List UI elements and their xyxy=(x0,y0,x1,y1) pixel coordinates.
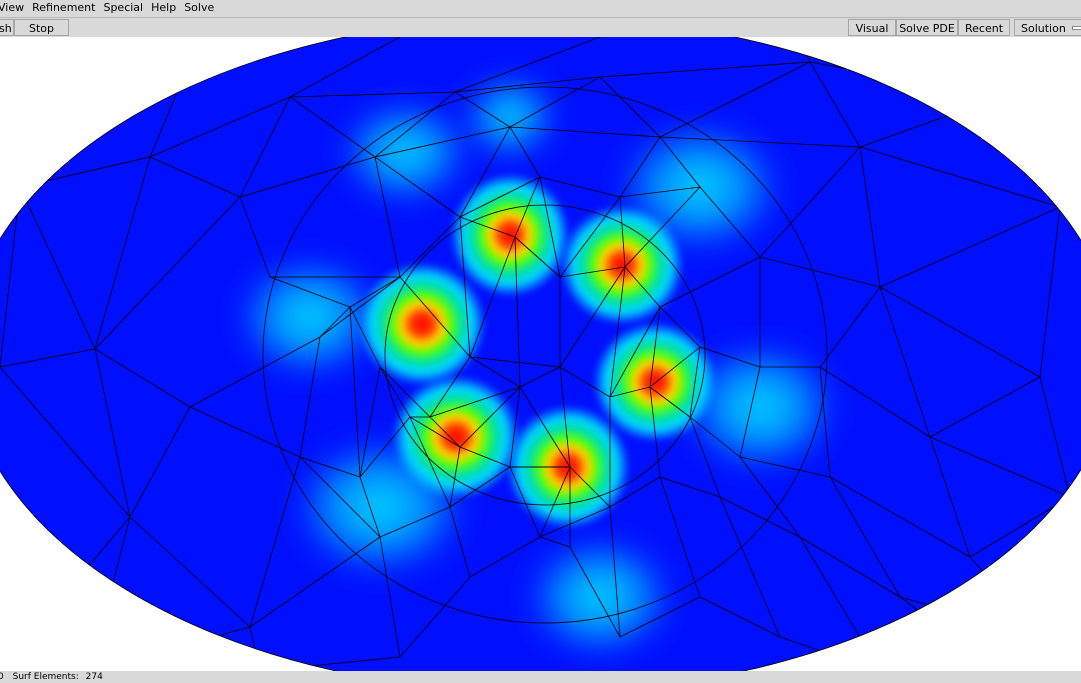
peak-3 xyxy=(358,262,486,386)
surf-elements-label: Surf Elements: xyxy=(12,672,79,682)
menu-special[interactable]: Special xyxy=(99,0,147,16)
visual-button[interactable]: Visual xyxy=(848,19,896,36)
mesh-button[interactable]: sh xyxy=(0,19,14,36)
solution-dropdown[interactable]: Solution xyxy=(1014,19,1081,36)
stop-button[interactable]: Stop xyxy=(14,19,69,36)
status-bar: 0 Surf Elements: 274 xyxy=(0,671,1081,683)
solution-plot[interactable] xyxy=(0,37,1081,671)
surf-elements-value: 274 xyxy=(85,672,103,682)
solution-domain xyxy=(0,37,1081,671)
mesh-viewport[interactable] xyxy=(0,37,1081,671)
points-count-fragment: 0 xyxy=(0,672,4,682)
toolbar: sh Stop Visual Solve PDE Recent Solution xyxy=(0,17,1081,38)
menu-refinement[interactable]: Refinement xyxy=(28,0,99,16)
dropdown-indicator-icon xyxy=(1071,26,1081,30)
solution-dropdown-label: Solution xyxy=(1021,22,1066,35)
menu-view[interactable]: View xyxy=(0,0,28,16)
recent-button[interactable]: Recent xyxy=(958,19,1010,36)
menu-help[interactable]: Help xyxy=(147,0,180,16)
menu-bar: View Refinement Special Help Solve xyxy=(0,0,1081,16)
menu-solve[interactable]: Solve xyxy=(180,0,218,16)
solve-pde-button[interactable]: Solve PDE xyxy=(896,19,958,36)
